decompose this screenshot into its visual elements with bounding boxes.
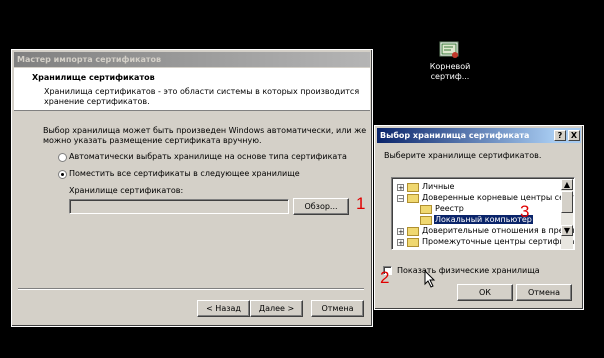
wizard-title-bar[interactable]: Мастер импорта сертификатов	[14, 52, 370, 67]
wizard-header-desc-1: Хранилища сертификатов - это области сис…	[44, 87, 360, 96]
radio-auto-select[interactable]	[58, 153, 67, 162]
desktop-certificate-icon[interactable]	[438, 40, 462, 60]
annotation-1: 1	[356, 194, 366, 213]
store-input[interactable]	[69, 199, 289, 214]
wizard-header-desc-2: хранение сертификатов.	[44, 97, 150, 106]
show-physical-label[interactable]: Показать физические хранилища	[397, 266, 540, 275]
tree-scrollbar[interactable]: ▲ ▼	[561, 179, 573, 249]
expand-intermediate[interactable]: +	[397, 239, 404, 247]
import-wizard-window: Мастер импорта сертификатов Хранилище се…	[11, 49, 373, 327]
scroll-down-arrow-icon[interactable]: ▼	[561, 225, 573, 236]
cancel-button[interactable]: Отмена	[311, 300, 364, 317]
tree-item-intermediate[interactable]: Промежуточные центры сертификации	[422, 237, 574, 246]
folder-icon	[407, 238, 419, 247]
folder-open-icon	[407, 194, 419, 203]
tree-item-personal[interactable]: Личные	[422, 182, 454, 191]
scroll-up-arrow-icon[interactable]: ▲	[561, 179, 573, 190]
tree-item-trusted-root[interactable]: Доверенные корневые центры сертиф	[422, 193, 574, 202]
folder-icon	[407, 227, 419, 236]
wizard-body-text-2: можно указать размещение сертификата вру…	[43, 136, 262, 145]
back-button[interactable]: < Назад	[197, 300, 250, 317]
desktop-icon-label[interactable]: Корневой сертиф...	[418, 62, 482, 82]
tree-item-enterprise-trust[interactable]: Доверительные отношения в предпри	[422, 226, 574, 235]
tree-item-registry[interactable]: Реестр	[435, 204, 464, 213]
wizard-body-text-1: Выбор хранилища может быть произведен Wi…	[43, 126, 367, 135]
wizard-divider	[18, 288, 364, 290]
annotation-3: 3	[520, 202, 530, 221]
ok-button[interactable]: ОК	[457, 284, 513, 301]
expand-enterprise-trust[interactable]: +	[397, 228, 404, 236]
browse-button[interactable]: Обзор...	[293, 198, 349, 215]
annotation-2: 2	[380, 268, 390, 287]
certificate-icon	[439, 41, 459, 58]
selector-cancel-button[interactable]: Отмена	[516, 284, 572, 301]
collapse-trusted-root[interactable]: −	[397, 195, 404, 203]
expand-personal[interactable]: +	[397, 184, 404, 192]
store-tree[interactable]: + Личные − Доверенные корневые центры се…	[391, 177, 575, 250]
folder-icon	[407, 183, 419, 192]
tree-item-local-computer[interactable]: Локальный компьютер	[434, 215, 533, 224]
selector-prompt: Выберите хранилище сертификатов.	[384, 151, 542, 160]
folder-icon	[420, 216, 432, 225]
radio-auto-label[interactable]: Автоматически выбрать хранилище на основ…	[69, 152, 347, 161]
wizard-header-panel: Хранилище сертификатов Хранилища сертифи…	[14, 68, 370, 111]
scroll-thumb[interactable]	[561, 191, 573, 213]
next-button[interactable]: Далее >	[250, 300, 303, 317]
wizard-header-title: Хранилище сертификатов	[32, 73, 155, 82]
help-button[interactable]: ?	[554, 130, 566, 141]
radio-manual-label[interactable]: Поместить все сертификаты в следующее хр…	[69, 169, 300, 178]
close-button[interactable]: X	[568, 130, 580, 141]
store-label: Хранилище сертификатов:	[69, 186, 184, 195]
selector-title-bar[interactable]: Выбор хранилища сертификата	[377, 128, 553, 143]
radio-manual-select[interactable]	[58, 170, 67, 179]
mouse-cursor-icon	[424, 270, 436, 288]
store-selector-dialog: Выбор хранилища сертификата ? X Выберите…	[374, 125, 584, 310]
folder-icon	[420, 205, 432, 214]
